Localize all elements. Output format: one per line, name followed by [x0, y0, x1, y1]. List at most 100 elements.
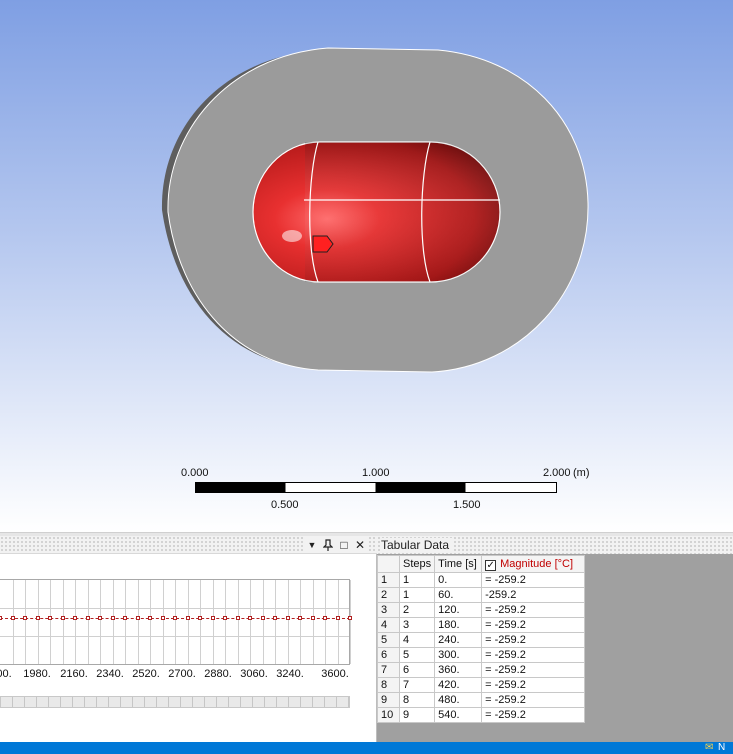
- data-point: [298, 616, 302, 620]
- step-cell[interactable]: 6: [398, 662, 436, 678]
- tabular-table[interactable]: Steps Time [s] ✓ Magnitude [°C] 1 1 0. = -25…: [377, 555, 586, 723]
- col-steps[interactable]: Steps: [398, 555, 436, 573]
- row-number[interactable]: 2: [377, 587, 400, 603]
- magnitude-cell[interactable]: = -259.2: [481, 617, 586, 633]
- grid-line: [237, 580, 239, 664]
- time-cell[interactable]: 480.: [434, 692, 483, 708]
- time-cell[interactable]: 300.: [434, 647, 483, 663]
- row-number[interactable]: 7: [377, 662, 400, 678]
- x-tick-label: 2340.: [96, 668, 124, 680]
- table-row[interactable]: 7 6 360. = -259.2: [377, 662, 586, 678]
- grid-line: [112, 580, 114, 664]
- x-tick-label: 1980.: [23, 668, 51, 680]
- table-row[interactable]: 9 8 480. = -259.2: [377, 692, 586, 708]
- step-cell[interactable]: 4: [398, 632, 436, 648]
- step-cell[interactable]: 5: [398, 647, 436, 663]
- data-point: [210, 616, 215, 620]
- magnitude-cell[interactable]: = -259.2: [481, 707, 586, 723]
- row-number[interactable]: 9: [377, 692, 400, 708]
- time-cell[interactable]: 540.: [434, 707, 483, 723]
- status-text: N: [718, 742, 726, 753]
- step-cell[interactable]: 2: [398, 602, 436, 618]
- magnitude-cell[interactable]: = -259.2: [481, 662, 586, 678]
- table-row[interactable]: 8 7 420. = -259.2: [377, 677, 586, 693]
- magnitude-cell[interactable]: = -259.2: [481, 647, 586, 663]
- time-cell[interactable]: 180.: [434, 617, 483, 633]
- data-point: [73, 616, 77, 620]
- grid-line: [137, 580, 139, 664]
- tabular-header: Tabular Data: [377, 536, 733, 554]
- step-cell[interactable]: 8: [398, 692, 436, 708]
- scale-label-0: 0.000: [181, 467, 209, 479]
- time-cell[interactable]: 240.: [434, 632, 483, 648]
- grid-line: [75, 580, 76, 664]
- maximize-icon[interactable]: □: [337, 537, 351, 553]
- close-icon[interactable]: ✕: [353, 537, 367, 553]
- magnitude-cell[interactable]: = -259.2: [481, 692, 586, 708]
- time-cell[interactable]: 60.: [434, 587, 483, 603]
- grid-line: [350, 580, 351, 664]
- row-number[interactable]: 1: [377, 572, 400, 588]
- data-point: [260, 616, 265, 620]
- x-tick-label: 2880.: [204, 668, 232, 680]
- row-number[interactable]: 10: [377, 707, 400, 723]
- magnitude-cell[interactable]: -259.2: [481, 587, 586, 603]
- checkbox-icon[interactable]: ✓: [485, 560, 497, 571]
- data-point: [223, 616, 227, 620]
- step-cell[interactable]: 9: [398, 707, 436, 723]
- magnitude-cell[interactable]: = -259.2: [481, 632, 586, 648]
- 3d-viewport[interactable]: 0.000 1.000 2.000 (m) 0.500 1.500: [0, 0, 733, 532]
- data-point: [23, 616, 27, 620]
- table-row[interactable]: 5 4 240. = -259.2: [377, 632, 586, 648]
- magnitude-cell[interactable]: = -259.2: [481, 572, 586, 588]
- table-row[interactable]: 10 9 540. = -259.2: [377, 707, 586, 723]
- scale-label-15: 1.500: [453, 499, 481, 511]
- data-point: [110, 616, 115, 620]
- table-row[interactable]: 6 5 300. = -259.2: [377, 647, 586, 663]
- row-number[interactable]: 3: [377, 602, 400, 618]
- col-time[interactable]: Time [s]: [434, 555, 483, 573]
- grid-line: [0, 636, 349, 637]
- table-row[interactable]: 2 1 60. -259.2: [377, 587, 586, 603]
- data-point: [60, 616, 65, 620]
- row-number[interactable]: 6: [377, 647, 400, 663]
- time-cell[interactable]: 120.: [434, 602, 483, 618]
- table-row[interactable]: 3 2 120. = -259.2: [377, 602, 586, 618]
- grid-line: [62, 580, 64, 664]
- col-magnitude-label: Magnitude [°C]: [500, 558, 574, 570]
- col-magnitude[interactable]: ✓ Magnitude [°C]: [481, 555, 586, 573]
- grid-line: [250, 580, 251, 664]
- row-number[interactable]: 8: [377, 677, 400, 693]
- time-cell[interactable]: 420.: [434, 677, 483, 693]
- data-point: [173, 616, 177, 620]
- step-cell[interactable]: 7: [398, 677, 436, 693]
- grid-line: [25, 580, 26, 664]
- row-number[interactable]: 5: [377, 632, 400, 648]
- grid-line: [337, 580, 339, 664]
- time-cell[interactable]: 0.: [434, 572, 483, 588]
- timeline-scrollbar[interactable]: [0, 696, 350, 708]
- grid-line: [150, 580, 151, 664]
- model-scene[interactable]: [0, 0, 733, 532]
- pin-icon[interactable]: [321, 537, 335, 553]
- magnitude-cell[interactable]: = -259.2: [481, 602, 586, 618]
- step-cell[interactable]: 3: [398, 617, 436, 633]
- plot-area[interactable]: [0, 579, 352, 665]
- scale-label-2: 2.000: [543, 467, 571, 479]
- notification-icon[interactable]: ✉: [705, 742, 713, 754]
- scale-label-1: 1.000: [362, 467, 390, 479]
- table-row[interactable]: 1 1 0. = -259.2: [377, 572, 586, 588]
- data-point: [335, 616, 340, 620]
- step-cell[interactable]: 1: [398, 572, 436, 588]
- magnitude-cell[interactable]: = -259.2: [481, 677, 586, 693]
- data-point: [248, 616, 252, 620]
- grid-line: [287, 580, 289, 664]
- data-point: [98, 616, 102, 620]
- time-cell[interactable]: 360.: [434, 662, 483, 678]
- row-number[interactable]: 4: [377, 617, 400, 633]
- table-row[interactable]: 4 3 180. = -259.2: [377, 617, 586, 633]
- x-tick-label: 2520.: [132, 668, 160, 680]
- dropdown-icon[interactable]: ▼: [305, 537, 319, 553]
- grid-line: [200, 580, 201, 664]
- step-cell[interactable]: 1: [398, 587, 436, 603]
